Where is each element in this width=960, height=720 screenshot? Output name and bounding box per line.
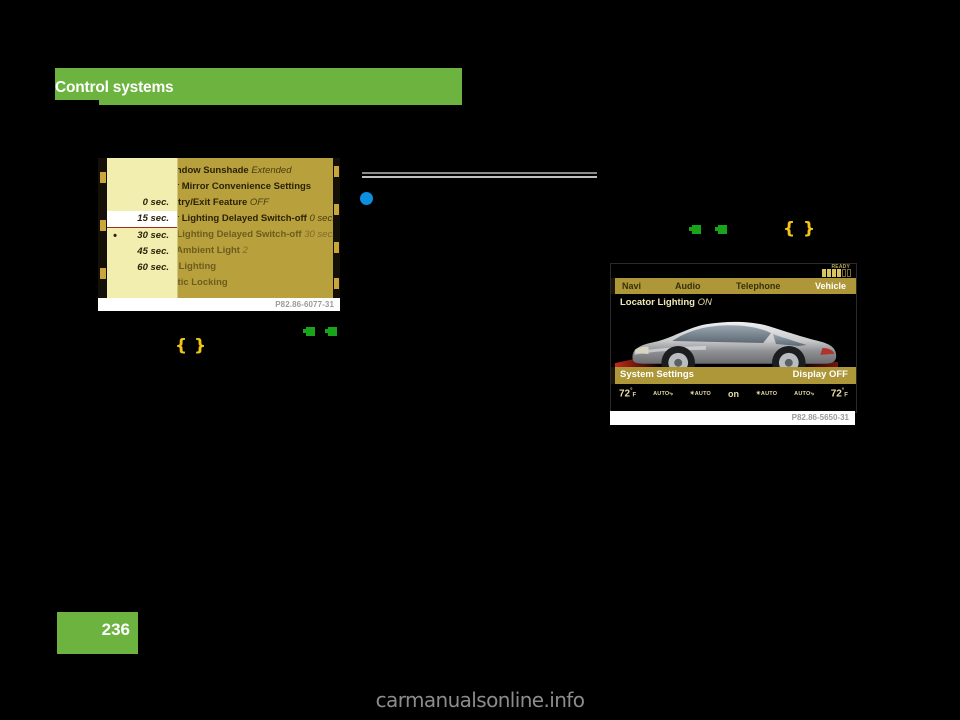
right-auto-airflow-icon: AUTO⤷ bbox=[794, 390, 814, 397]
popup-option-0sec[interactable]: 0 sec. bbox=[107, 195, 177, 211]
menu-row[interactable]: rior Lighting Delayed Switch-off 30 sec. bbox=[158, 227, 333, 243]
left-auto-airflow-icon: AUTO⤷ bbox=[653, 390, 673, 397]
tab-vehicle[interactable]: Vehicle bbox=[815, 281, 846, 291]
menu-right-scroll-rail bbox=[333, 158, 340, 298]
yellow-bracket-left-icon: { bbox=[783, 219, 796, 239]
delay-time-popup-list: 0 sec. 15 sec. • 30 sec. 45 sec. 60 sec. bbox=[107, 158, 178, 298]
tabbar-left-edge bbox=[611, 278, 615, 294]
right-temperature: 72°F bbox=[831, 388, 848, 399]
yellow-bracket-right-icon: } bbox=[803, 219, 816, 239]
right-ac-auto-icon: ✴AUTO bbox=[755, 390, 778, 397]
menu-row[interactable]: erior Lighting Delayed Switch-off 0 sec. bbox=[158, 211, 333, 227]
menu-left-scroll-rail bbox=[98, 158, 107, 298]
figure-menu-caption: P82.86-6077-31 bbox=[275, 300, 334, 309]
tab-navi[interactable]: Navi bbox=[622, 281, 641, 291]
popup-option-label: 30 sec. bbox=[137, 230, 169, 241]
menu-row-value: OFF bbox=[249, 197, 269, 208]
menu-row-label: erior Mirror Convenience Settings bbox=[158, 181, 312, 192]
page-title: Control systems bbox=[55, 79, 174, 96]
site-watermark: carmanualsonline.info bbox=[375, 688, 585, 712]
popup-option-45sec[interactable]: 45 sec. bbox=[107, 244, 177, 260]
left-temperature: 72°F bbox=[619, 388, 636, 399]
current-setting-bullet-icon: • bbox=[113, 230, 117, 242]
display-status-bar: READY bbox=[611, 264, 856, 278]
green-arrow-icon bbox=[689, 225, 701, 234]
menu-row-value: 0 sec. bbox=[309, 213, 333, 224]
climate-center-state: on bbox=[727, 389, 739, 399]
menu-row[interactable]: rior Ambient Light 2 bbox=[158, 243, 333, 259]
menu-row-label: rior Lighting Delayed Switch-off bbox=[158, 229, 302, 240]
green-arrow-icon bbox=[325, 327, 337, 336]
right-auto-label: AUTO bbox=[794, 390, 811, 397]
popup-spacer bbox=[107, 158, 177, 195]
climate-status-bar: 72°F AUTO⤷ ✴AUTO on ✴AUTO AUTO⤷ 72°F bbox=[611, 384, 856, 404]
signal-strength-icon bbox=[822, 269, 851, 277]
locator-lighting-status: Locator Lighting ON bbox=[620, 297, 712, 308]
column-divider-rule-dark bbox=[362, 172, 597, 174]
menu-row[interactable]: r Window Sunshade Extended bbox=[158, 163, 333, 179]
green-arrow-icon bbox=[715, 225, 727, 234]
display-tab-bar: Navi Audio Telephone Vehicle bbox=[611, 278, 856, 294]
center-auto-right-label: AUTO bbox=[760, 390, 778, 397]
green-arrow-icon bbox=[303, 327, 315, 336]
popup-option-label: 45 sec. bbox=[137, 246, 169, 257]
figure-menu-screenshot: r Window Sunshade Extended erior Mirror … bbox=[98, 158, 340, 298]
page-number: 236 bbox=[101, 620, 130, 639]
popup-option-60sec[interactable]: 60 sec. bbox=[107, 260, 177, 276]
locator-lighting-value: ON bbox=[697, 297, 712, 308]
menu-row-value: Extended bbox=[251, 165, 292, 176]
left-temp-value: 72 bbox=[619, 388, 631, 400]
display-bottom-bar: System Settings Display OFF bbox=[611, 367, 856, 384]
menu-item-list: r Window Sunshade Extended erior Mirror … bbox=[158, 163, 333, 291]
center-auto-left-label: AUTO bbox=[694, 390, 712, 397]
left-temp-unit: F bbox=[632, 392, 637, 399]
blue-bullet-icon bbox=[360, 192, 373, 205]
bottombar-left-edge bbox=[611, 367, 615, 384]
menu-row[interactable]: erior Mirror Convenience Settings bbox=[158, 179, 333, 195]
display-off-button[interactable]: Display OFF bbox=[793, 369, 848, 380]
figure-display-caption: P82.86-5650-31 bbox=[791, 413, 849, 422]
popup-option-30sec[interactable]: • 30 sec. bbox=[107, 228, 177, 244]
popup-option-15sec-selected[interactable]: 15 sec. bbox=[107, 211, 177, 228]
menu-row-value: 30 sec. bbox=[304, 229, 333, 240]
left-auto-label: AUTO bbox=[653, 390, 670, 397]
menu-row[interactable]: ator Lighting bbox=[158, 259, 333, 275]
right-temp-unit: F bbox=[844, 392, 848, 399]
system-settings-button[interactable]: System Settings bbox=[620, 369, 694, 380]
menu-row[interactable]: y Entry/Exit Feature OFF bbox=[158, 195, 333, 211]
locator-lighting-label: Locator Lighting bbox=[620, 297, 695, 308]
menu-row[interactable]: omatic Locking bbox=[158, 275, 333, 291]
right-temp-value: 72 bbox=[830, 388, 842, 400]
chapter-bar-notch bbox=[55, 100, 99, 105]
yellow-bracket-left-icon: { bbox=[175, 336, 188, 356]
tab-telephone[interactable]: Telephone bbox=[736, 281, 780, 291]
yellow-bracket-right-icon: } bbox=[194, 336, 207, 356]
menu-row-value: 2 bbox=[242, 245, 248, 256]
popup-option-label: 15 sec. bbox=[137, 213, 169, 224]
manual-page: Control systems r Window Sunshade Extend… bbox=[0, 0, 960, 720]
left-ac-auto-icon: ✴AUTO bbox=[689, 390, 712, 397]
popup-option-label: 0 sec. bbox=[142, 197, 169, 208]
tab-audio[interactable]: Audio bbox=[675, 281, 701, 291]
menu-row-label: erior Lighting Delayed Switch-off bbox=[158, 213, 307, 224]
column-divider-rule-light bbox=[362, 176, 597, 178]
popup-option-label: 60 sec. bbox=[137, 262, 169, 273]
figure-comand-display: READY Navi Audio Telephone Vehicle Locat… bbox=[610, 263, 857, 413]
